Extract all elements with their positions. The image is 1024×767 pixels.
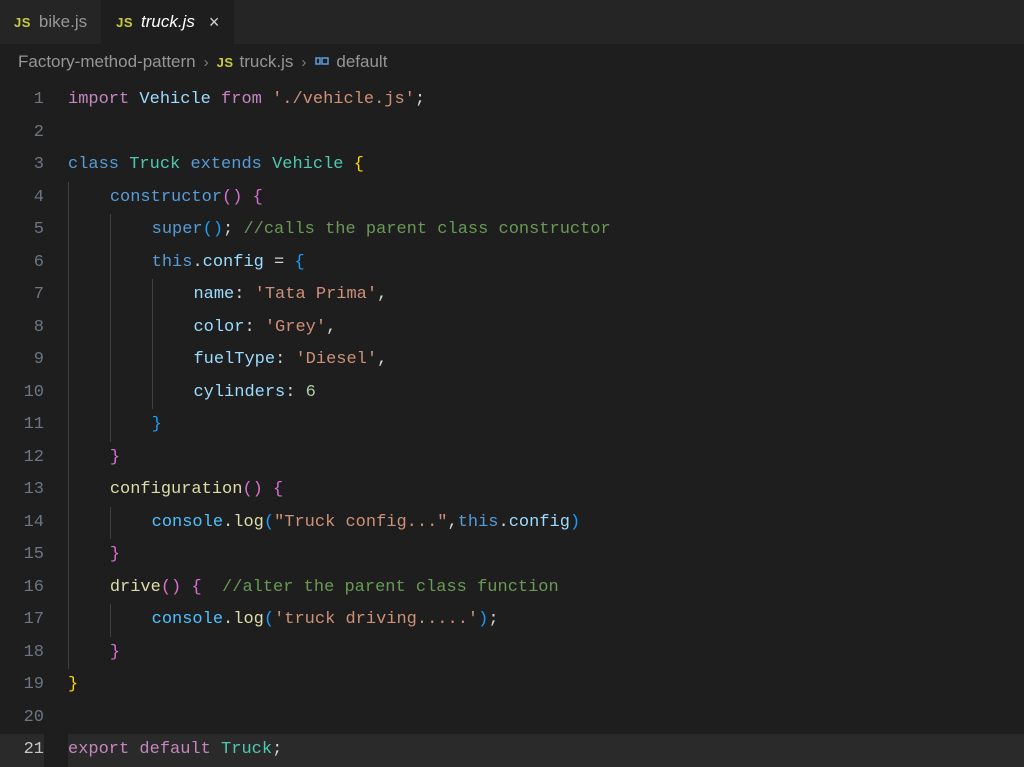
code-line: color: 'Grey', bbox=[68, 312, 1024, 345]
code-line: } bbox=[68, 669, 1024, 702]
line-number: 12 bbox=[0, 442, 44, 475]
code-line: export default Truck; bbox=[68, 734, 1024, 767]
js-icon: JS bbox=[217, 55, 234, 70]
breadcrumb-symbol[interactable]: default bbox=[314, 52, 387, 72]
code-line: configuration() { bbox=[68, 474, 1024, 507]
line-number: 18 bbox=[0, 637, 44, 670]
line-number: 5 bbox=[0, 214, 44, 247]
code-line: } bbox=[68, 409, 1024, 442]
line-number: 21 bbox=[0, 734, 44, 767]
line-gutter: 1 2 3 4 5 6 7 8 9 10 11 12 13 14 15 16 1… bbox=[0, 84, 68, 767]
line-number: 14 bbox=[0, 507, 44, 540]
code-line: class Truck extends Vehicle { bbox=[68, 149, 1024, 182]
chevron-right-icon: › bbox=[204, 54, 209, 71]
line-number: 20 bbox=[0, 702, 44, 735]
line-number: 13 bbox=[0, 474, 44, 507]
code-line: this.config = { bbox=[68, 247, 1024, 280]
line-number: 3 bbox=[0, 149, 44, 182]
line-number: 10 bbox=[0, 377, 44, 410]
code-line: } bbox=[68, 637, 1024, 670]
code-line: } bbox=[68, 539, 1024, 572]
chevron-right-icon: › bbox=[301, 54, 306, 71]
line-number: 6 bbox=[0, 247, 44, 280]
line-number: 9 bbox=[0, 344, 44, 377]
code-line: super(); //calls the parent class constr… bbox=[68, 214, 1024, 247]
line-number: 17 bbox=[0, 604, 44, 637]
code-line bbox=[68, 117, 1024, 150]
line-number: 2 bbox=[0, 117, 44, 150]
code-line: import Vehicle from './vehicle.js'; bbox=[68, 84, 1024, 117]
code-line: drive() { //alter the parent class funct… bbox=[68, 572, 1024, 605]
code-line: console.log('truck driving.....'); bbox=[68, 604, 1024, 637]
tab-bike[interactable]: JS bike.js bbox=[0, 0, 102, 44]
code-line bbox=[68, 702, 1024, 735]
code-line: name: 'Tata Prima', bbox=[68, 279, 1024, 312]
code-line: fuelType: 'Diesel', bbox=[68, 344, 1024, 377]
code-line: console.log("Truck config...",this.confi… bbox=[68, 507, 1024, 540]
line-number: 4 bbox=[0, 182, 44, 215]
tab-bar: JS bike.js JS truck.js × bbox=[0, 0, 1024, 44]
symbol-icon bbox=[314, 53, 330, 72]
code-line: constructor() { bbox=[68, 182, 1024, 215]
breadcrumb-file-label: truck.js bbox=[240, 52, 294, 72]
code-line: } bbox=[68, 442, 1024, 475]
tab-truck[interactable]: JS truck.js × bbox=[102, 0, 234, 44]
line-number: 7 bbox=[0, 279, 44, 312]
close-icon[interactable]: × bbox=[209, 12, 220, 33]
line-number: 16 bbox=[0, 572, 44, 605]
line-number: 1 bbox=[0, 84, 44, 117]
js-icon: JS bbox=[14, 15, 31, 30]
code-line: cylinders: 6 bbox=[68, 377, 1024, 410]
breadcrumb-symbol-label: default bbox=[336, 52, 387, 72]
breadcrumb-folder[interactable]: Factory-method-pattern bbox=[18, 52, 196, 72]
code-editor[interactable]: 1 2 3 4 5 6 7 8 9 10 11 12 13 14 15 16 1… bbox=[0, 80, 1024, 767]
line-number: 11 bbox=[0, 409, 44, 442]
line-number: 8 bbox=[0, 312, 44, 345]
code-area[interactable]: import Vehicle from './vehicle.js'; clas… bbox=[68, 84, 1024, 767]
tab-label: truck.js bbox=[141, 12, 195, 32]
breadcrumb-file[interactable]: JS truck.js bbox=[217, 52, 294, 72]
line-number: 15 bbox=[0, 539, 44, 572]
tab-label: bike.js bbox=[39, 12, 87, 32]
line-number: 19 bbox=[0, 669, 44, 702]
js-icon: JS bbox=[116, 15, 133, 30]
breadcrumb: Factory-method-pattern › JS truck.js › d… bbox=[0, 44, 1024, 80]
